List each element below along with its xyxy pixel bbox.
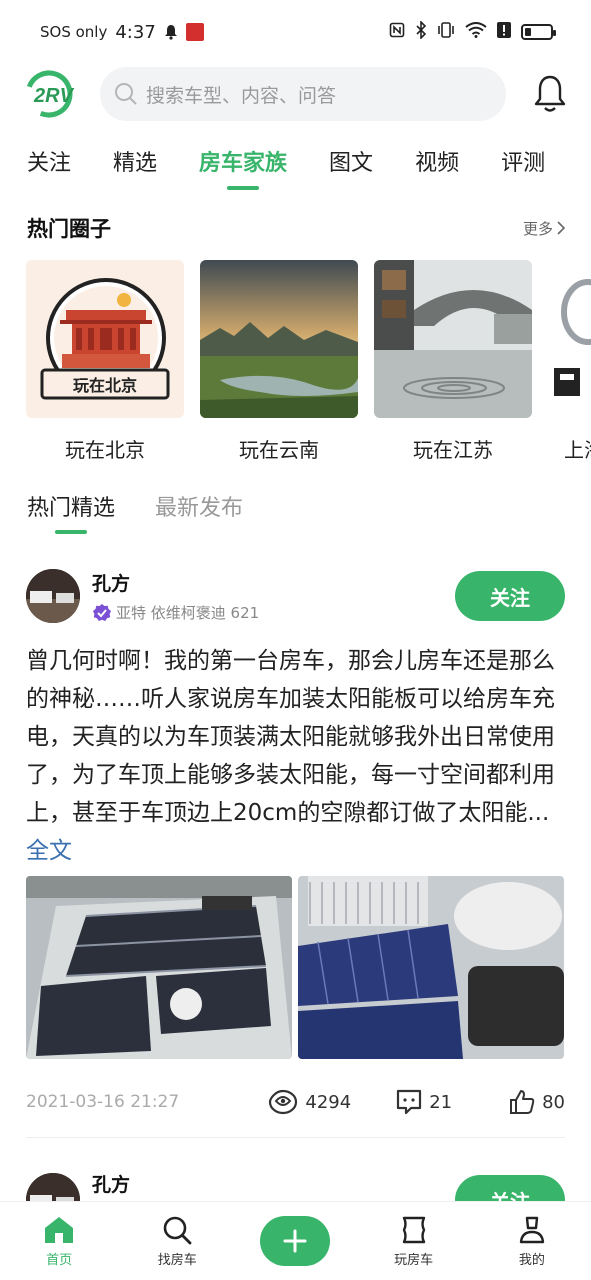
feed-subtabs: 热门精选 最新发布 (27, 492, 243, 536)
comments-stat[interactable]: 21 (395, 1088, 452, 1116)
post-text: 曾几何时啊！我的第一台房车，那会儿房车还是那么的神秘……听人家说房车加装太阳能板… (26, 648, 555, 826)
tab-photo-text[interactable]: 图文 (329, 140, 373, 190)
follow-button[interactable]: 关注 (455, 571, 565, 621)
beijing-badge-text: 玩在北京 (73, 376, 137, 395)
subtab-latest[interactable]: 最新发布 (155, 492, 243, 536)
read-more-link[interactable]: 全文 (26, 838, 72, 864)
more-label: 更多 (522, 219, 553, 238)
search-placeholder: 搜索车型、内容、问答 (146, 84, 337, 107)
app-header: 2RV 搜索车型、内容、问答 (0, 66, 591, 122)
map-icon (402, 1216, 425, 1243)
app-notification-icon (185, 23, 204, 41)
circle-thumb-beijing: 玩在北京 (26, 260, 184, 418)
post-date: 2021-03-16 21:27 (26, 1092, 180, 1112)
post-image[interactable] (26, 876, 292, 1059)
add-post-button[interactable] (260, 1216, 331, 1266)
vibrate-icon (437, 22, 455, 42)
author-avatar[interactable] (26, 569, 80, 623)
clock: 4:37 (115, 21, 156, 43)
search-bar[interactable]: 搜索车型、内容、问答 (100, 67, 506, 121)
home-icon (45, 1216, 74, 1243)
tab-follow[interactable]: 关注 (27, 140, 71, 190)
post-body[interactable]: 曾几何时啊！我的第一台房车，那会儿房车还是那么的神秘……听人家说房车加装太阳能板… (26, 642, 565, 870)
author-name[interactable]: 孔方 (92, 1170, 130, 1197)
hot-circles-carousel: 玩在北京 玩在北京 玩在云南 玩在江苏 上 (26, 260, 591, 470)
bluetooth-icon (415, 20, 427, 43)
post-card[interactable]: 孔方 亚特 依维柯褒迪 621 关注 曾几何时啊！我的第一台房车，那会儿房车还是… (26, 568, 565, 1138)
circle-thumb-shanghai (548, 260, 591, 418)
circle-label-yunnan: 玩在云南 (239, 438, 319, 462)
category-tabs: 关注 精选 房车家族 图文 视频 评测 (0, 140, 591, 190)
post-divider (26, 1137, 565, 1138)
circle-card-shanghai[interactable]: 上海 (548, 260, 591, 463)
circle-thumb-yunnan (200, 260, 358, 418)
views-stat: 4294 (267, 1089, 351, 1115)
wifi-icon (465, 22, 487, 42)
battery-icon (521, 24, 556, 40)
post-image[interactable] (298, 876, 564, 1059)
views-count: 4294 (305, 1091, 352, 1113)
hot-circles-title: 热门圈子 (27, 217, 111, 241)
likes-stat[interactable]: 80 (508, 1088, 565, 1116)
circle-label-beijing: 玩在北京 (65, 438, 145, 462)
thumbs-up-icon (510, 1090, 535, 1114)
nav-mine-label: 我的 (518, 1252, 545, 1268)
tab-featured[interactable]: 精选 (113, 140, 157, 190)
notification-bell-icon[interactable] (533, 73, 567, 115)
post-image-grid (26, 876, 565, 1059)
nfc-icon (389, 22, 405, 42)
nav-add[interactable] (245, 1216, 345, 1266)
nav-home[interactable]: 首页 (9, 1215, 109, 1268)
eye-icon (269, 1089, 298, 1115)
carrier-text: SOS only (40, 23, 108, 41)
circle-card-beijing[interactable]: 玩在北京 玩在北京 (26, 260, 184, 463)
logo-text: 2RV (33, 85, 75, 107)
nav-home-label: 首页 (46, 1252, 73, 1268)
author-vehicle: 亚特 依维柯褒迪 621 (116, 604, 260, 622)
search-icon (115, 83, 137, 105)
nav-play-rv-label: 玩房车 (394, 1252, 434, 1268)
nav-play-rv[interactable]: 玩房车 (364, 1215, 464, 1268)
circle-label-shanghai: 上海 (564, 438, 591, 462)
post-footer: 2021-03-16 21:27 4294 21 80 (26, 1087, 565, 1117)
status-bar: SOS only 4:37 (0, 0, 591, 64)
app-logo[interactable]: 2RV (24, 69, 82, 119)
nav-find-rv[interactable]: 找房车 (127, 1215, 227, 1268)
tab-review[interactable]: 评测 (501, 140, 545, 190)
author-name[interactable]: 孔方 (92, 569, 259, 596)
comment-icon (397, 1089, 422, 1115)
notification-bell-small-icon (164, 25, 177, 40)
likes-count: 80 (542, 1091, 565, 1113)
alert-icon (497, 22, 511, 42)
circle-card-yunnan[interactable]: 玩在云南 (200, 260, 358, 463)
plus-icon (283, 1229, 307, 1253)
tab-video[interactable]: 视频 (415, 140, 459, 190)
tab-rv-family[interactable]: 房车家族 (199, 140, 287, 190)
more-link[interactable]: 更多 (523, 218, 565, 239)
verified-badge-icon (93, 603, 111, 621)
chevron-right-icon (557, 221, 565, 235)
circle-thumb-jiangsu (374, 260, 532, 418)
subtab-hot[interactable]: 热门精选 (27, 492, 115, 536)
search-icon (163, 1216, 192, 1244)
nav-find-rv-label: 找房车 (157, 1252, 197, 1268)
circle-card-jiangsu[interactable]: 玩在江苏 (374, 260, 532, 463)
bottom-navigation: 首页 找房车 玩房车 我的 (0, 1202, 591, 1280)
nav-mine[interactable]: 我的 (482, 1215, 582, 1268)
comments-count: 21 (429, 1091, 453, 1113)
circle-label-jiangsu: 玩在江苏 (413, 438, 493, 462)
user-icon (519, 1216, 545, 1243)
hot-circles-header: 热门圈子 更多 (27, 212, 565, 244)
